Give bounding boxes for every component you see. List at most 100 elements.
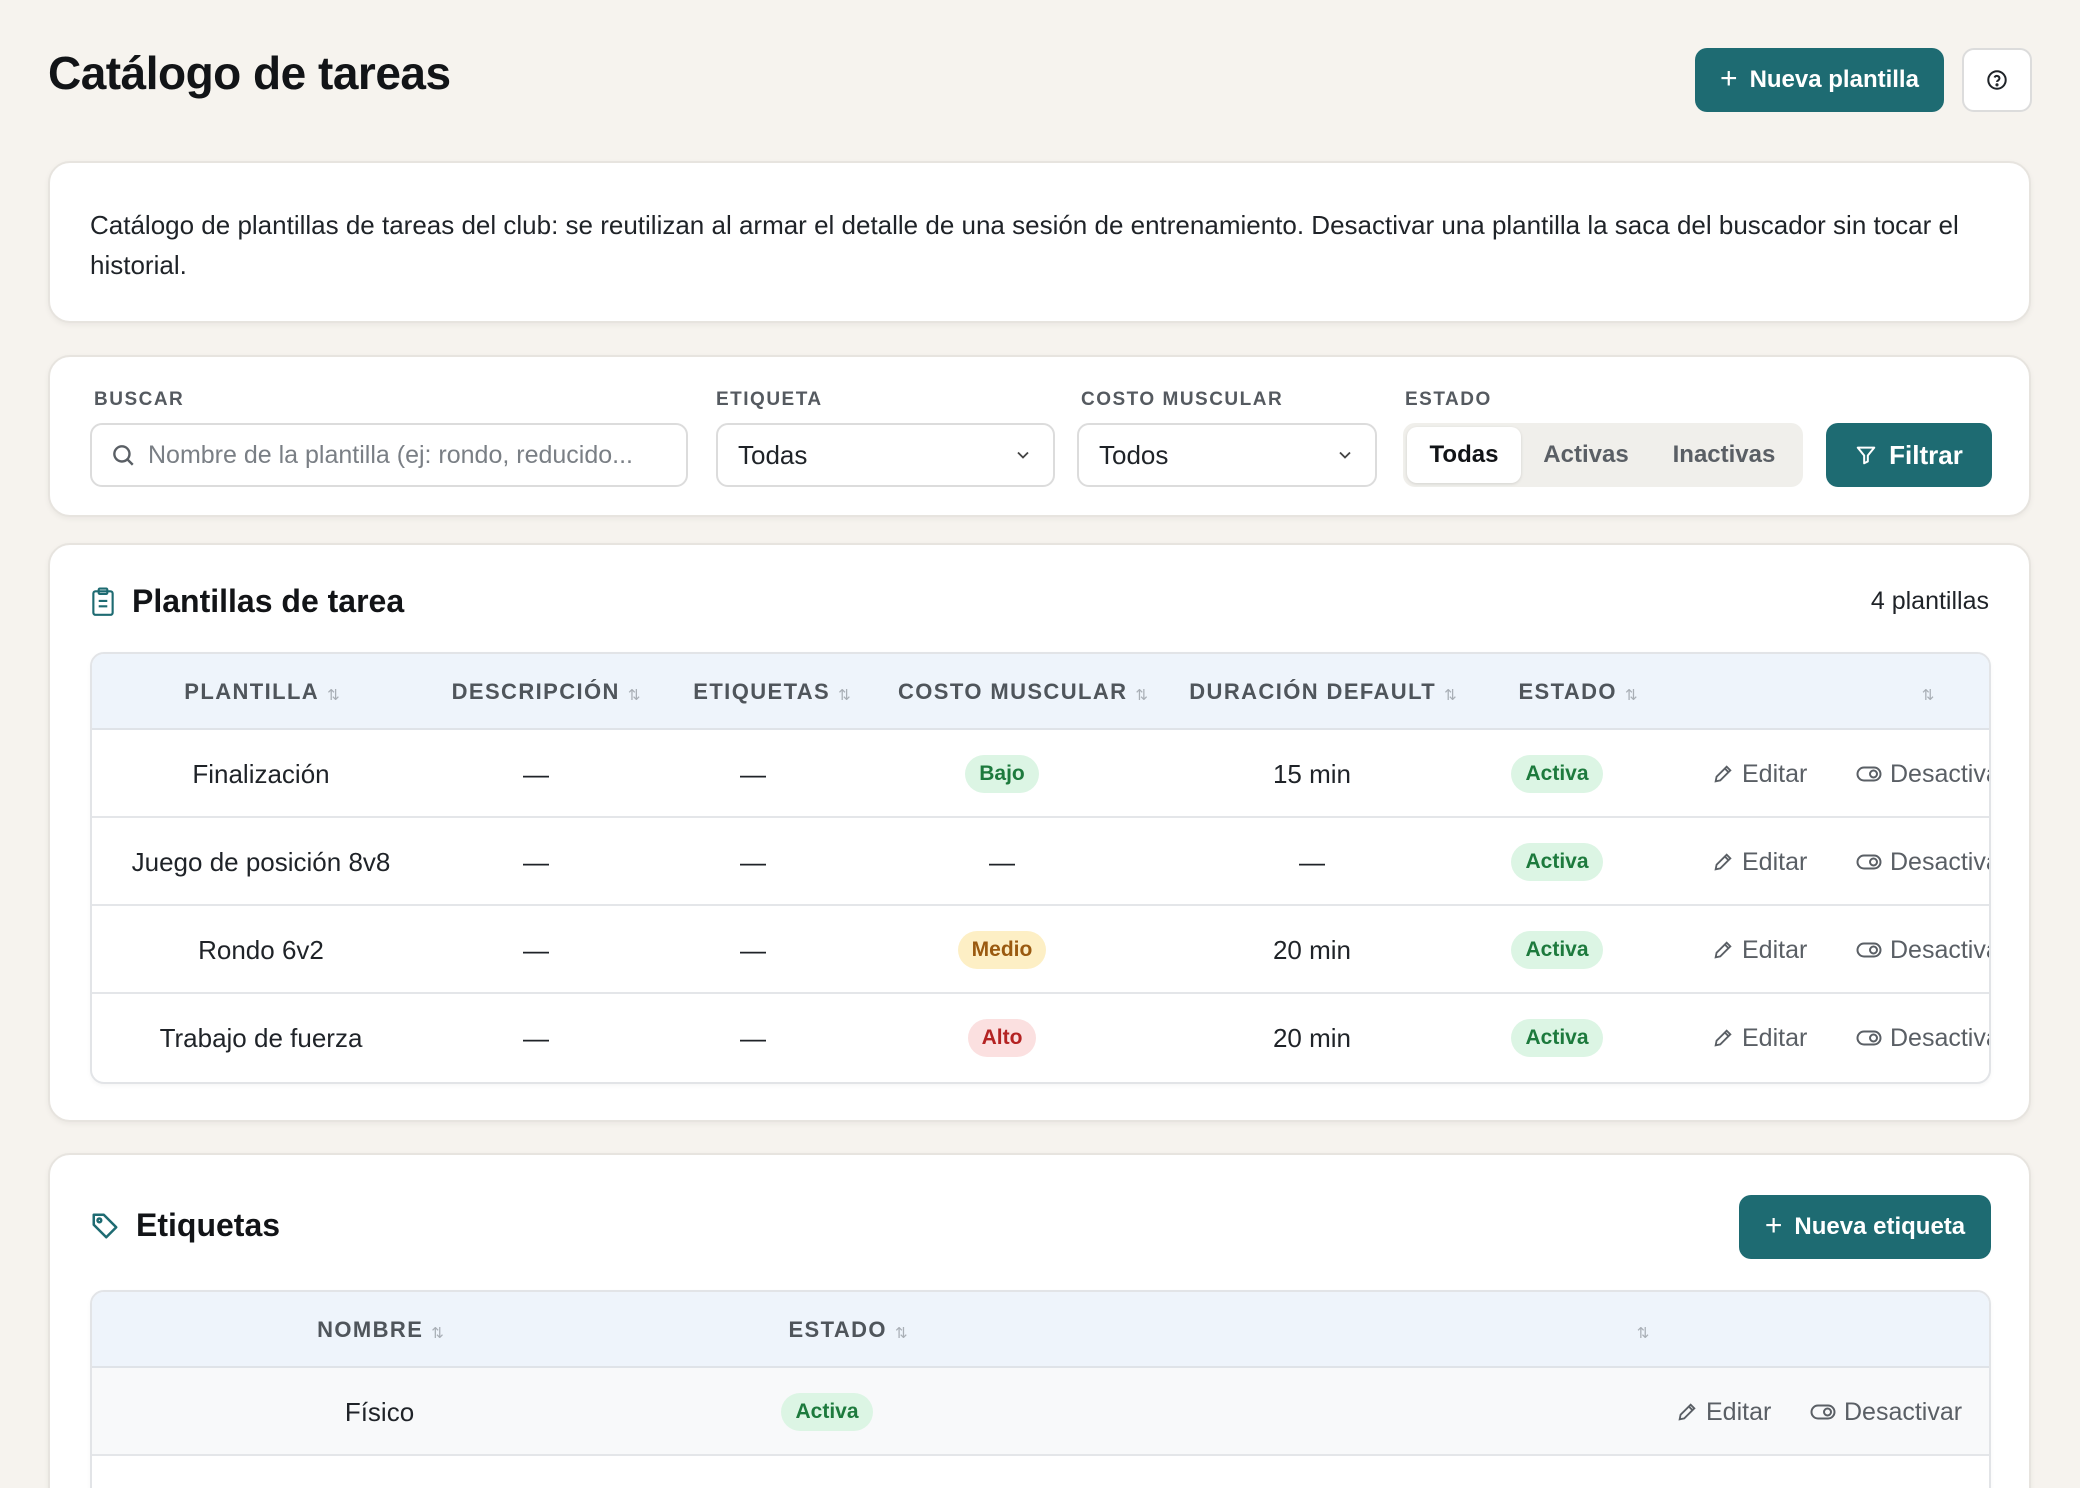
edit-button[interactable]: Editar: [1676, 1368, 1771, 1456]
status-option-inactive[interactable]: Inactivas: [1651, 427, 1797, 483]
tag-status: Activa: [627, 1368, 1027, 1456]
new-tag-label: Nueva etiqueta: [1794, 1213, 1966, 1240]
deactivate-label: Desactivar: [1890, 1023, 1989, 1052]
help-button[interactable]: [1962, 48, 2032, 112]
template-status: Activa: [1482, 730, 1632, 818]
column-label: PLANTILLA: [184, 679, 320, 704]
status-option-active[interactable]: Activas: [1521, 427, 1651, 483]
new-template-button[interactable]: + Nueva plantilla: [1695, 48, 1944, 112]
tags-section-title: Etiquetas: [90, 1207, 280, 1244]
column-header-default-duration[interactable]: DURACIÓN DEFAULT ⇅: [1162, 654, 1482, 730]
template-description: —: [523, 934, 549, 965]
cost-badge: Bajo: [965, 755, 1039, 793]
search-field[interactable]: [90, 423, 688, 487]
sort-icon: ⇅: [431, 1325, 444, 1342]
filter-button-label: Filtrar: [1889, 439, 1963, 470]
template-description: —: [523, 846, 549, 877]
template-cost: Bajo: [872, 730, 1132, 818]
templates-count: 4 plantillas: [1870, 587, 1989, 615]
deactivate-button[interactable]: Desactivar: [1856, 730, 1989, 818]
tag-select-value: Todas: [738, 439, 808, 470]
pencil-icon: [1714, 765, 1732, 783]
pencil-icon: [1714, 853, 1732, 871]
template-name: Trabajo de fuerza: [159, 1022, 363, 1053]
template-cost: —: [989, 846, 1015, 877]
column-header-description[interactable]: DESCRIPCIÓN ⇅: [430, 654, 660, 730]
toggle-icon: [1810, 1404, 1836, 1420]
tag-filter-label: ETIQUETA: [716, 389, 823, 410]
tags-card: Etiquetas + Nueva etiqueta NOMBRE ⇅ ESTAD…: [48, 1153, 2031, 1488]
column-label: ESTADO: [788, 1317, 887, 1342]
edit-button[interactable]: Editar: [1712, 906, 1807, 994]
deactivate-label: Desactivar: [1890, 759, 1989, 788]
deactivate-button[interactable]: Desactivar: [1856, 906, 1989, 994]
search-icon: [113, 445, 134, 466]
clipboard-icon: [92, 587, 114, 616]
cost-badge: Medio: [957, 931, 1047, 969]
sort-icon: ⇅: [894, 1325, 908, 1342]
sort-icon: ⇅: [1444, 687, 1457, 704]
template-duration: 20 min: [1272, 1022, 1352, 1053]
sort-icon: ⇅: [838, 687, 851, 704]
column-header-actions[interactable]: ⇅: [1607, 1292, 1677, 1368]
tags-table: NOMBRE ⇅ ESTADO ⇅ ⇅ Físico Activa Editar D…: [90, 1290, 1991, 1488]
template-name: Juego de posición 8v8: [131, 846, 391, 877]
sort-icon: ⇅: [1135, 687, 1148, 704]
filter-button[interactable]: Filtrar: [1826, 423, 1992, 487]
template-cost: Medio: [872, 906, 1132, 994]
status-filter-label: ESTADO: [1405, 389, 1492, 410]
template-cost: Alto: [872, 994, 1132, 1082]
status-option-all[interactable]: Todas: [1407, 427, 1521, 483]
deactivate-button[interactable]: Desactivar: [1810, 1368, 1962, 1456]
deactivate-button[interactable]: Desactivar: [1856, 818, 1989, 906]
tag-select[interactable]: Todas: [716, 423, 1055, 487]
column-header-name[interactable]: NOMBRE ⇅: [92, 1292, 667, 1368]
status-badge: Activa: [1511, 843, 1603, 881]
new-tag-button[interactable]: + Nueva etiqueta: [1739, 1195, 1991, 1259]
tags-title: Etiquetas: [136, 1207, 281, 1243]
column-header-status[interactable]: ESTADO ⇅: [1482, 654, 1672, 730]
search-input[interactable]: [148, 440, 668, 470]
templates-table-header: PLANTILLA ⇅ DESCRIPCIÓN ⇅ ETIQUETAS ⇅ COSTO…: [92, 654, 1989, 730]
info-text: Catálogo de plantillas de tareas del clu…: [90, 210, 1959, 280]
tags-table-header: NOMBRE ⇅ ESTADO ⇅ ⇅: [92, 1292, 1989, 1368]
template-description: —: [523, 758, 549, 789]
cost-select[interactable]: Todos: [1077, 423, 1377, 487]
column-header-tag-status[interactable]: ESTADO ⇅: [667, 1292, 1027, 1368]
column-header-muscular-cost[interactable]: COSTO MUSCULAR ⇅: [882, 654, 1162, 730]
info-card: Catálogo de plantillas de tareas del clu…: [48, 161, 2031, 323]
sort-icon: ⇅: [627, 687, 641, 704]
deactivate-label: Desactivar: [1890, 847, 1989, 876]
plus-icon: +: [1764, 1208, 1783, 1242]
template-tags: —: [740, 846, 766, 877]
deactivate-button[interactable]: Desactivar: [1856, 994, 1989, 1082]
deactivate-label: Desactivar: [1844, 1397, 1963, 1426]
template-description: —: [523, 1022, 549, 1053]
template-status: Activa: [1482, 906, 1632, 994]
pencil-icon: [1714, 1029, 1732, 1047]
column-header-tags[interactable]: ETIQUETAS ⇅: [660, 654, 882, 730]
pencil-icon: [1678, 1403, 1696, 1421]
status-badge: Activa: [1511, 755, 1603, 793]
help-circle-icon: [1987, 70, 2007, 90]
edit-button[interactable]: Editar: [1712, 730, 1807, 818]
edit-label: Editar: [1706, 1397, 1772, 1426]
templates-title: Plantillas de tarea: [132, 583, 405, 619]
edit-button[interactable]: Editar: [1712, 818, 1807, 906]
new-template-label: Nueva plantilla: [1749, 66, 1919, 93]
column-header-actions[interactable]: ⇅: [1892, 654, 1962, 730]
edit-label: Editar: [1742, 1023, 1808, 1052]
column-header-template[interactable]: PLANTILLA ⇅: [92, 654, 430, 730]
toggle-icon: [1856, 854, 1882, 870]
cost-select-value: Todos: [1099, 439, 1169, 470]
templates-section-title: Plantillas de tarea: [90, 583, 404, 620]
column-label: DESCRIPCIÓN: [451, 679, 620, 704]
toggle-icon: [1856, 942, 1882, 958]
template-duration: 20 min: [1272, 934, 1352, 965]
column-label: COSTO MUSCULAR: [898, 679, 1128, 704]
status-badge: Activa: [1511, 931, 1603, 969]
edit-button[interactable]: Editar: [1712, 994, 1807, 1082]
column-label: NOMBRE: [317, 1317, 424, 1342]
templates-table: PLANTILLA ⇅ DESCRIPCIÓN ⇅ ETIQUETAS ⇅ COSTO…: [90, 652, 1991, 1084]
sort-icon: ⇅: [1624, 687, 1638, 704]
